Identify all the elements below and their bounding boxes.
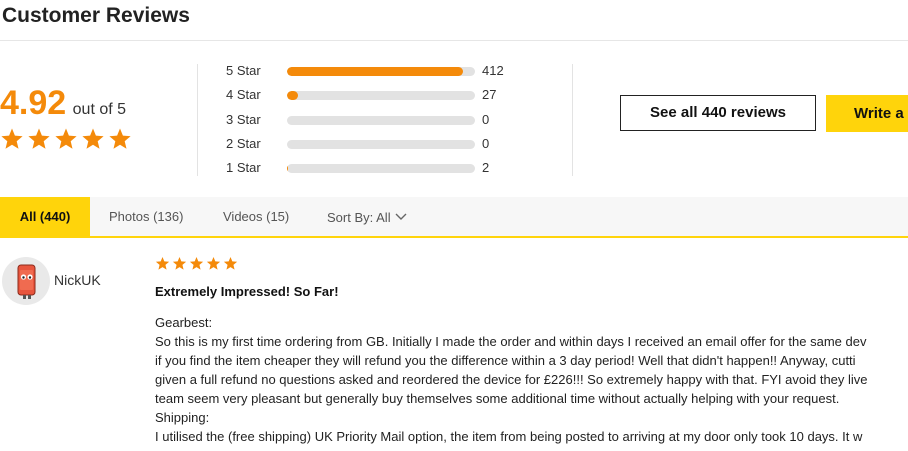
star-icon	[55, 128, 77, 149]
star-icon	[1, 128, 23, 149]
distribution-row[interactable]: 3 Star 0	[226, 111, 526, 135]
distribution-count: 2	[482, 160, 490, 176]
title-divider	[0, 40, 908, 41]
review-title: Extremely Impressed! So Far!	[155, 284, 339, 299]
average-rating-value: 4.92	[0, 84, 67, 122]
review-line: So this is my first time ordering from G…	[155, 334, 867, 349]
distribution-bar-fill	[287, 91, 299, 101]
star-icon	[82, 128, 104, 149]
page-title: Customer Reviews	[2, 4, 190, 27]
review-body: Gearbest: So this is my first time order…	[155, 313, 908, 446]
distribution-count: 0	[482, 135, 490, 151]
chevron-down-icon	[395, 197, 407, 236]
star-icon	[206, 256, 221, 270]
average-stars	[0, 127, 132, 151]
distribution-row[interactable]: 4 Star 27	[226, 86, 526, 110]
star-icon	[223, 256, 238, 270]
review-line: Gearbest:	[155, 315, 213, 330]
star-icon	[28, 128, 50, 149]
tab-videos[interactable]: Videos (15)	[223, 197, 289, 236]
review-stars	[155, 256, 238, 271]
review-line: I utilised the (free shipping) UK Priori…	[155, 429, 863, 444]
distribution-row[interactable]: 1 Star 2	[226, 159, 526, 183]
sort-dropdown[interactable]: Sort By: All	[327, 197, 407, 236]
distribution-bar-fill	[287, 164, 288, 174]
distribution-bar	[287, 115, 475, 125]
write-review-button[interactable]: Write a	[826, 95, 908, 132]
distribution-count: 27	[482, 87, 497, 103]
star-icon	[189, 256, 204, 270]
distribution-label: 5 Star	[226, 63, 261, 78]
review-line: team seem very pleasant but generally bu…	[155, 391, 840, 406]
star-icon	[172, 256, 187, 270]
rating-distribution: 5 Star 412 4 Star 27 3 Star 0 2 Star 0 1…	[226, 62, 526, 183]
distribution-label: 4 Star	[226, 87, 261, 103]
distribution-bar	[287, 67, 475, 76]
review-line: given a full refund no questions asked a…	[155, 372, 868, 387]
distribution-bar-fill	[287, 67, 463, 76]
tab-photos[interactable]: Photos (136)	[109, 197, 183, 236]
average-rating-scale: out of 5	[72, 101, 127, 118]
distribution-bar	[287, 164, 475, 174]
distribution-count: 0	[482, 111, 490, 127]
distribution-label: 1 Star	[226, 160, 261, 176]
distribution-bar	[287, 139, 475, 149]
star-icon	[155, 256, 170, 270]
tab-all[interactable]: All (440)	[0, 197, 90, 236]
distribution-bar	[287, 91, 475, 101]
distribution-row[interactable]: 5 Star 412	[226, 62, 526, 86]
phone-character-icon	[17, 264, 36, 299]
review-line: if you find the item cheaper they will r…	[155, 353, 856, 368]
reviewer-name[interactable]: NickUK	[54, 272, 101, 288]
review-line: Shipping:	[155, 410, 210, 425]
distribution-row[interactable]: 2 Star 0	[226, 135, 526, 159]
distribution-label: 2 Star	[226, 135, 261, 151]
average-rating: 4.92 out of 5	[0, 84, 126, 123]
summary-divider-right	[572, 64, 573, 176]
summary-divider-left	[197, 64, 198, 176]
reviewer-avatar[interactable]	[2, 257, 50, 305]
see-all-reviews-button[interactable]: See all 440 reviews	[620, 95, 816, 131]
distribution-label: 3 Star	[226, 111, 261, 127]
distribution-count: 412	[482, 63, 504, 78]
sort-label: Sort By: All	[327, 210, 391, 225]
star-icon	[109, 128, 131, 149]
review-filter-tabs: All (440) Photos (136) Videos (15) Sort …	[0, 197, 908, 238]
